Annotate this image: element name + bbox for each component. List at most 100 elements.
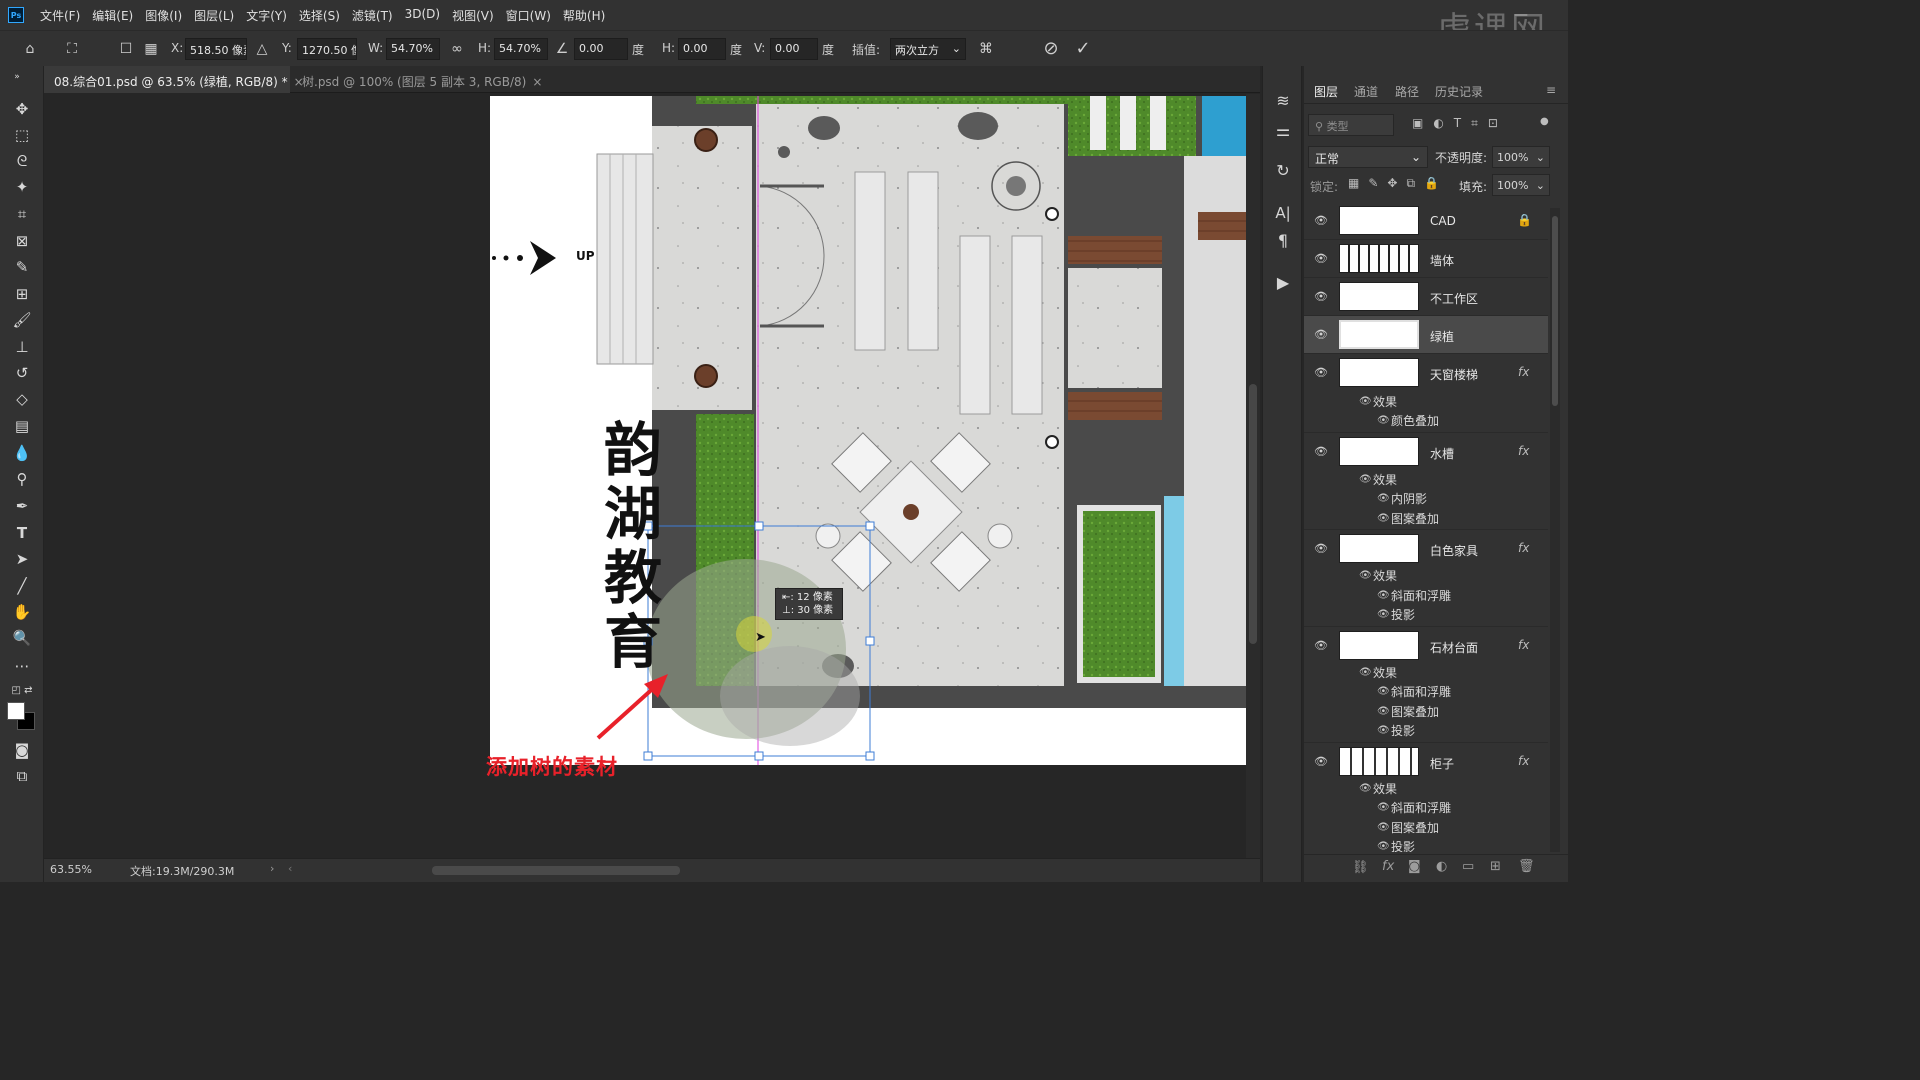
document-canvas[interactable]: UP 韵 湖 教 育 ⇤: 12 像素 ⊥: 30 像素 ➤ — [490, 96, 1246, 765]
angle-field[interactable]: 0.00 — [574, 38, 628, 60]
adjustment-layer-icon[interactable]: ◐ — [1436, 859, 1447, 874]
eyedropper-tool-icon[interactable]: ✎ — [11, 256, 33, 278]
layer-row[interactable]: 👁 柜子 fx — [1304, 742, 1548, 780]
effect-item[interactable]: 斜面和浮雕 — [1391, 587, 1451, 604]
move-tool-icon[interactable]: ✥ — [11, 98, 33, 120]
eye-icon[interactable]: 👁 — [1377, 822, 1390, 833]
eye-icon[interactable]: 👁 — [1377, 706, 1390, 717]
menu-edit[interactable]: 编辑(E) — [86, 7, 139, 24]
eye-icon[interactable]: 👁 — [1359, 570, 1372, 581]
crop-tool-icon[interactable]: ⌗ — [11, 203, 33, 225]
blend-mode-select[interactable]: 正常 ⌄ — [1308, 146, 1428, 168]
cancel-transform-icon[interactable]: ⊘ — [1041, 39, 1061, 59]
fx-icon[interactable]: fx — [1518, 754, 1529, 768]
eye-icon[interactable]: 👁 — [1377, 513, 1390, 524]
eye-icon[interactable]: 👁 — [1314, 328, 1328, 341]
filter-type-icons[interactable]: ▣◐T⌗⊡ — [1412, 116, 1508, 131]
opacity-field[interactable]: 100% ⌄ — [1492, 146, 1550, 168]
lasso-tool-icon[interactable]: ᘓ — [11, 150, 33, 172]
layer-row[interactable]: 👁 天窗楼梯 fx — [1304, 354, 1548, 392]
fx-icon[interactable]: fx — [1518, 365, 1529, 379]
effect-item[interactable]: 图案叠加 — [1391, 510, 1439, 527]
add-mask-icon[interactable]: ◙ — [1408, 859, 1421, 874]
menu-image[interactable]: 图像(I) — [139, 7, 188, 24]
paragraph-icon[interactable]: ¶ — [1272, 230, 1294, 252]
screen-mode-icon[interactable]: ⧉ — [11, 765, 33, 787]
interpolation-select[interactable]: 两次立方 ⌄ — [890, 38, 966, 60]
tab-tree-document[interactable]: 树.psd @ 100% (图层 5 副本 3, RGB/8) × — [292, 66, 542, 93]
new-group-icon[interactable]: ▭ — [1462, 859, 1474, 874]
canvas-area[interactable]: UP 韵 湖 教 育 ⇤: 12 像素 ⊥: 30 像素 ➤ 添加树的素材 — [44, 94, 1246, 858]
width-field[interactable]: 54.70% — [386, 38, 440, 60]
eraser-tool-icon[interactable]: ◇ — [11, 388, 33, 410]
eye-icon[interactable]: 👁 — [1314, 214, 1328, 227]
gradient-tool-icon[interactable]: ▤ — [11, 415, 33, 437]
effect-item[interactable]: 斜面和浮雕 — [1391, 683, 1451, 700]
photoshop-logo[interactable]: Ps — [8, 7, 24, 23]
reference-point-checkbox[interactable]: ☐ — [116, 39, 136, 59]
eye-icon[interactable]: 👁 — [1359, 667, 1372, 678]
marquee-tool-icon[interactable]: ⬚ — [11, 124, 33, 146]
home-icon[interactable]: ⌂ — [20, 39, 40, 59]
play-action-icon[interactable]: ▶ — [1272, 272, 1294, 294]
type-tool-icon[interactable]: T — [11, 522, 33, 544]
height-field[interactable]: 54.70% — [494, 38, 548, 60]
reference-point-grid-icon[interactable]: ▦ — [141, 39, 161, 59]
link-layers-icon[interactable]: ⛓ — [1352, 860, 1369, 875]
history-brush-tool-icon[interactable]: ↺ — [11, 362, 33, 384]
character-icon[interactable]: A| — [1272, 202, 1294, 224]
close-icon[interactable]: × — [532, 75, 542, 89]
layer-row[interactable]: 👁 绿植 — [1304, 316, 1548, 354]
adjustments-sliders-icon[interactable]: ⚌ — [1272, 120, 1294, 142]
delete-layer-icon[interactable]: 🗑 — [1518, 859, 1535, 874]
layers-scrollbar-thumb[interactable] — [1552, 216, 1558, 406]
default-colors-icon[interactable]: ◰ ⇄ — [11, 680, 33, 702]
add-style-icon[interactable]: fx — [1382, 859, 1394, 874]
line-tool-icon[interactable]: ╱ — [11, 575, 33, 597]
menu-3d[interactable]: 3D(D) — [399, 7, 446, 24]
new-layer-icon[interactable]: ⊞ — [1490, 859, 1501, 874]
effect-item[interactable]: 图案叠加 — [1391, 819, 1439, 836]
blur-tool-icon[interactable]: 💧 — [11, 442, 33, 464]
layer-row[interactable]: 👁 墙体 — [1304, 240, 1548, 278]
eye-icon[interactable]: 👁 — [1359, 474, 1372, 485]
tab-channels[interactable]: 通道 — [1354, 83, 1378, 100]
commit-transform-icon[interactable]: ✓ — [1073, 39, 1093, 59]
layer-row[interactable]: 👁 石材台面 fx — [1304, 626, 1548, 664]
layer-row[interactable]: 👁 白色家具 fx — [1304, 529, 1548, 567]
eye-icon[interactable]: 👁 — [1377, 609, 1390, 620]
eye-icon[interactable]: 👁 — [1377, 725, 1390, 736]
layer-row[interactable]: 👁 水槽 fx — [1304, 432, 1548, 470]
lock-icons[interactable]: ▦✎✥⧉🔒 — [1348, 176, 1448, 191]
filter-toggle-icon[interactable]: ● — [1540, 116, 1549, 127]
healing-brush-tool-icon[interactable]: ⊞ — [11, 283, 33, 305]
effect-item[interactable]: 斜面和浮雕 — [1391, 799, 1451, 816]
eye-icon[interactable]: 👁 — [1377, 590, 1390, 601]
tab-paths[interactable]: 路径 — [1395, 83, 1419, 100]
effect-item[interactable]: 图案叠加 — [1391, 703, 1439, 720]
chevron-right-icon[interactable]: › — [270, 862, 274, 875]
eye-icon[interactable]: 👁 — [1377, 841, 1390, 852]
x-field[interactable]: 518.50 像素 — [185, 38, 247, 60]
tab-history[interactable]: 历史记录 — [1435, 83, 1483, 100]
eye-icon[interactable]: 👁 — [1377, 802, 1390, 813]
quick-mask-icon[interactable]: ◙ — [11, 739, 33, 761]
tab-active-document[interactable]: 08.综合01.psd @ 63.5% (绿植, RGB/8) * × — [44, 66, 304, 93]
layer-row[interactable]: 👁 CAD 🔒 — [1304, 202, 1548, 240]
link-icon[interactable]: ∞ — [447, 39, 467, 59]
menu-view[interactable]: 视图(V) — [446, 7, 500, 24]
warp-icon[interactable]: ⌘ — [976, 39, 996, 59]
fx-icon[interactable]: fx — [1518, 444, 1529, 458]
menu-help[interactable]: 帮助(H) — [557, 7, 611, 24]
brush-settings-icon[interactable]: ≋ — [1272, 90, 1294, 112]
collapse-toolbar-icon[interactable]: » — [6, 66, 28, 88]
zoom-level[interactable]: 63.55% — [50, 863, 92, 876]
vskew-field[interactable]: 0.00 — [770, 38, 818, 60]
tab-layers[interactable]: 图层 — [1314, 83, 1338, 100]
eye-icon[interactable]: 👁 — [1314, 366, 1328, 379]
layer-filter-field[interactable]: ⚲ 类型 — [1308, 114, 1394, 136]
fx-icon[interactable]: fx — [1518, 541, 1529, 555]
hand-tool-icon[interactable]: ✋ — [11, 601, 33, 623]
menu-file[interactable]: 文件(F) — [34, 7, 86, 24]
eye-icon[interactable]: 👁 — [1314, 445, 1328, 458]
